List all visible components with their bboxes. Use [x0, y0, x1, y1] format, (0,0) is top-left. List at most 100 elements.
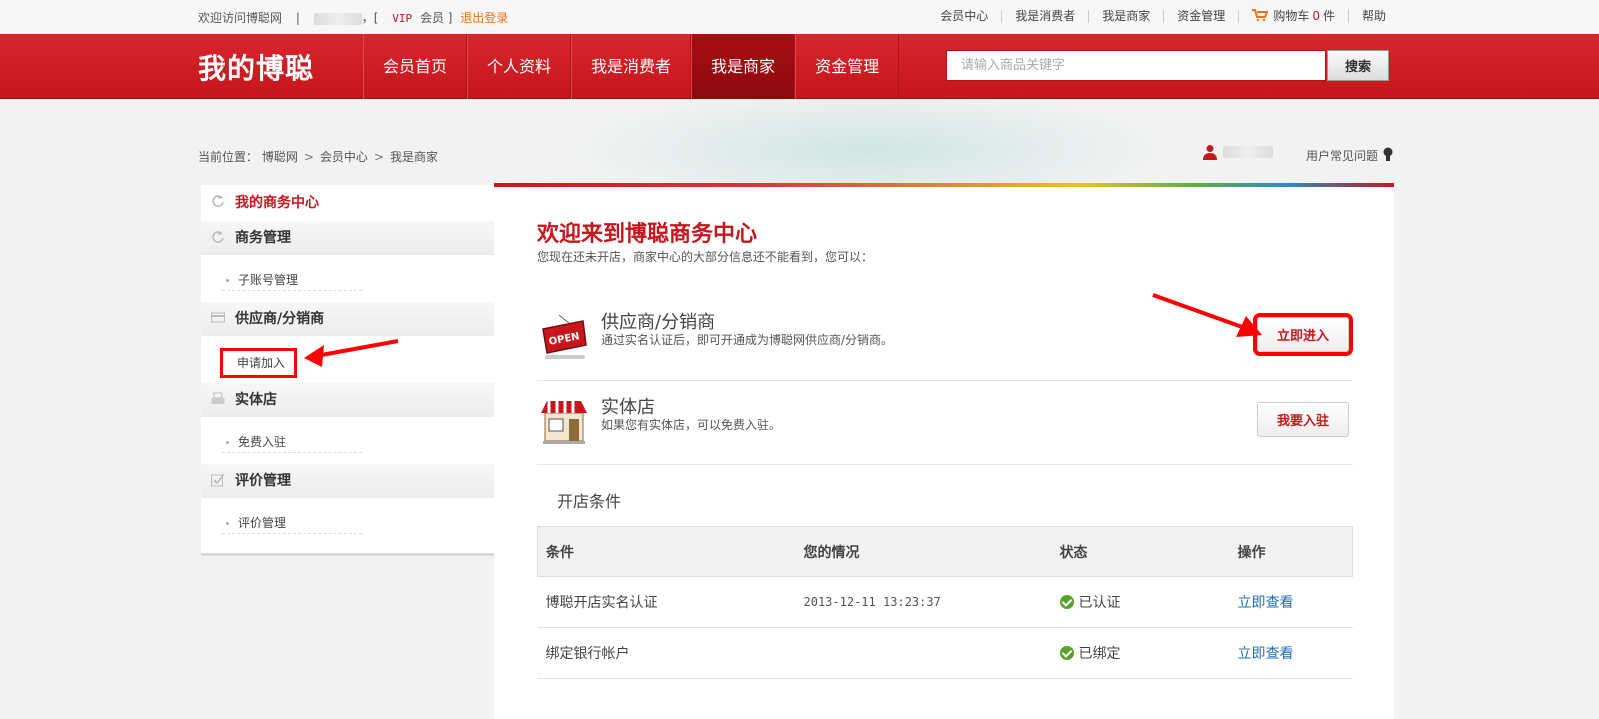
top-link-member-center[interactable]: 会员中心	[927, 10, 1003, 23]
username-blurred	[313, 12, 362, 25]
faq-link[interactable]: 用户常见问题	[1306, 147, 1393, 164]
refresh-icon	[212, 195, 224, 207]
top-link-consumer[interactable]: 我是消费者	[1002, 10, 1090, 23]
enter-now-button[interactable]: 立即进入	[1253, 313, 1353, 356]
page-title: 欢迎来到博聪商务中心	[537, 221, 758, 247]
cart-label: 购物车	[1273, 9, 1310, 23]
sidebar-section-label: 供应商/分销商	[235, 311, 325, 327]
sidebar-section-label: 评价管理	[235, 473, 291, 489]
refresh-icon	[212, 231, 224, 243]
view-now-link[interactable]: 立即查看	[1238, 646, 1294, 662]
nav-consumer[interactable]: 我是消费者	[571, 34, 692, 99]
card-icon	[211, 312, 225, 323]
supplier-desc: 通过实名认证后，即可开通成为博聪网供应商/分销商。	[601, 333, 894, 347]
sidebar-item-free-join[interactable]: 免费入驻	[222, 433, 362, 453]
shop-icon	[541, 401, 587, 444]
cell-situation: 2013-12-11 13:23:37	[795, 576, 1052, 628]
col-condition: 条件	[537, 526, 796, 577]
cell-condition: 绑定银行帐户	[537, 627, 796, 679]
conditions-table: 条件 您的情况 状态 操作 博聪开店实名认证 2013-12-11 13:23:…	[537, 526, 1353, 679]
cell-status: 已绑定	[1051, 627, 1230, 679]
sidebar-title[interactable]: 我的商务中心	[201, 185, 494, 221]
top-link-help[interactable]: 帮助	[1349, 10, 1386, 23]
vip-badge: VIP	[392, 12, 413, 25]
color-strip	[494, 183, 1394, 187]
cell-status: 已认证	[1051, 576, 1230, 628]
nav-profile[interactable]: 个人资料	[467, 34, 572, 99]
top-bar-right: 会员中心 我是消费者 我是商家 资金管理 购物车 0 件帮助	[927, 9, 1386, 23]
sidebar-item-apply-join[interactable]: 申请加入	[220, 348, 297, 378]
main-nav: 会员首页 个人资料 我是消费者 我是商家 资金管理	[363, 34, 900, 99]
nav-member-home[interactable]: 会员首页	[363, 34, 468, 99]
nav-merchant[interactable]: 我是商家	[691, 34, 796, 99]
status-text: 已绑定	[1078, 646, 1121, 662]
store-desc: 如果您有实体店，可以免费入驻。	[601, 418, 782, 432]
table-row: 博聪开店实名认证 2013-12-11 13:23:37 已认证 立即查看	[537, 576, 1353, 628]
user-info[interactable]	[1203, 144, 1273, 160]
main-panel: 欢迎来到博聪商务中心 您现在还未开店，商家中心的大部分信息还不能看到，您可以： …	[494, 183, 1394, 719]
username-blurred	[1223, 146, 1273, 158]
breadcrumb-prefix: 当前位置：	[198, 150, 259, 164]
top-link-funds[interactable]: 资金管理	[1164, 10, 1240, 23]
sidebar-section-business[interactable]: 商务管理	[201, 221, 494, 255]
breadcrumb-current: 我是商家	[390, 150, 439, 164]
faq-label: 用户常见问题	[1306, 149, 1379, 163]
lightbulb-icon	[1383, 147, 1393, 161]
sidebar-title-label: 我的商务中心	[235, 195, 319, 211]
col-action: 操作	[1229, 526, 1353, 577]
status-text: 已认证	[1078, 595, 1121, 611]
top-bar-left: 欢迎访问博聪网 | ，[ VIP 会员 ] 退出登录	[198, 9, 508, 26]
member-level: 会员	[419, 11, 444, 25]
breadcrumb-sep: >	[373, 150, 384, 164]
table-header-row: 条件 您的情况 状态 操作	[537, 526, 1353, 577]
cart-unit: 件	[1322, 9, 1335, 23]
check-icon	[1059, 595, 1074, 609]
breadcrumb-member-center[interactable]: 会员中心	[320, 150, 368, 164]
sidebar-item-sub-accounts[interactable]: 子账号管理	[222, 271, 362, 291]
col-situation: 您的情况	[795, 526, 1052, 577]
bracket-close: ]	[447, 11, 453, 25]
annotation-arrow-right	[1152, 293, 1262, 337]
table-row: 绑定银行帐户 已绑定 立即查看	[537, 627, 1353, 679]
cart-link[interactable]: 购物车 0 件	[1239, 9, 1349, 23]
open-sign-icon: OPEN	[542, 314, 587, 359]
conditions-title: 开店条件	[557, 492, 622, 511]
nav-funds[interactable]: 资金管理	[795, 34, 900, 99]
breadcrumb-home[interactable]: 博聪网	[262, 150, 298, 164]
breadcrumb-sep: >	[303, 150, 314, 164]
checkbox-icon	[211, 473, 225, 487]
sidebar-section-store[interactable]: 实体店	[201, 383, 494, 417]
sidebar-section-supplier[interactable]: 供应商/分销商	[201, 302, 494, 336]
divider: |	[295, 11, 300, 25]
sidebar-sub: 评价管理	[201, 498, 494, 545]
cell-situation	[795, 627, 1052, 679]
printer-icon	[211, 392, 225, 404]
sidebar-item-reviews[interactable]: 评价管理	[222, 514, 362, 534]
logout-link[interactable]: 退出登录	[460, 11, 508, 25]
sidebar-section-reviews[interactable]: 评价管理	[201, 464, 494, 498]
search-input[interactable]	[946, 50, 1326, 81]
sidebar-section-label: 商务管理	[235, 230, 291, 246]
sidebar-sub: 免费入驻	[201, 417, 494, 464]
site-logo[interactable]: 我的博聪	[198, 47, 314, 87]
check-icon	[1059, 646, 1074, 660]
welcome-text: 欢迎访问博聪网	[198, 11, 283, 25]
top-link-merchant[interactable]: 我是商家	[1089, 10, 1165, 23]
view-now-link[interactable]: 立即查看	[1238, 595, 1294, 611]
store-row: 实体店 如果您有实体店，可以免费入驻。 我要入驻	[537, 381, 1353, 465]
breadcrumb: 当前位置： 博聪网 > 会员中心 > 我是商家	[198, 148, 438, 165]
annotation-arrow-left	[304, 339, 399, 367]
col-status: 状态	[1051, 526, 1230, 577]
user-icon	[1203, 145, 1217, 160]
search-box: 搜索	[946, 50, 1399, 81]
sidebar-section-label: 实体店	[235, 392, 277, 408]
cart-count: 0	[1312, 9, 1320, 23]
page-subtitle: 您现在还未开店，商家中心的大部分信息还不能看到，您可以：	[537, 250, 874, 264]
top-bar: 欢迎访问博聪网 | ，[ VIP 会员 ] 退出登录 会员中心 我是消费者 我是商家…	[0, 0, 1599, 34]
header: 我的博聪 会员首页 个人资料 我是消费者 我是商家 资金管理 搜索	[0, 34, 1599, 99]
cell-condition: 博聪开店实名认证	[537, 576, 796, 628]
join-store-button[interactable]: 我要入驻	[1257, 402, 1349, 437]
bracket-open: ，[	[361, 11, 379, 25]
search-button[interactable]: 搜索	[1327, 50, 1389, 81]
cell-action: 立即查看	[1229, 627, 1353, 679]
